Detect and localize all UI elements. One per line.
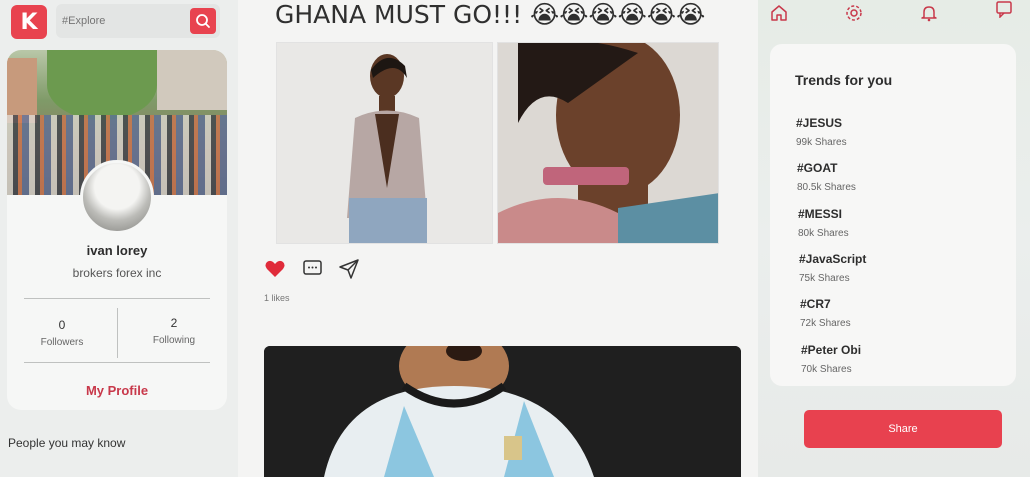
trend-shares: 72k Shares — [800, 318, 851, 329]
trend-tag: #GOAT — [797, 161, 838, 175]
gear-icon[interactable] — [845, 4, 863, 22]
profile-card: ivan lorey brokers forex inc 0 Followers… — [7, 50, 227, 410]
trend-item[interactable]: #Peter Obi 70k Shares — [801, 343, 861, 375]
following-count[interactable]: 2 — [134, 316, 214, 330]
feed: GHANA MUST GO!!! 😭😭😭😭😭😭 1 likes — [238, 0, 758, 477]
profile-company: brokers forex inc — [72, 266, 162, 280]
divider — [24, 362, 210, 363]
trend-shares: 80k Shares — [798, 228, 849, 239]
message-icon[interactable] — [995, 0, 1013, 18]
trend-tag: #JESUS — [796, 116, 843, 130]
trend-item[interactable]: #JavaScript 75k Shares — [799, 252, 866, 284]
search-icon — [196, 14, 210, 28]
send-icon[interactable] — [338, 258, 360, 280]
followers-count[interactable]: 0 — [22, 318, 102, 332]
post-image[interactable] — [276, 42, 493, 244]
likes-count: 1 likes — [264, 293, 290, 303]
trend-tag: #JavaScript — [799, 252, 867, 266]
followers-label: Followers — [40, 337, 84, 348]
avatar[interactable] — [80, 160, 154, 234]
right-sidebar: Trends for you #JESUS 99k Shares #GOAT 8… — [758, 0, 1030, 477]
my-profile-link[interactable]: My Profile — [7, 383, 227, 398]
divider — [117, 308, 118, 358]
trend-item[interactable]: #CR7 72k Shares — [800, 297, 851, 329]
search-input[interactable] — [62, 12, 182, 30]
share-button[interactable]: Share — [804, 410, 1002, 448]
trend-tag: #MESSI — [798, 207, 843, 221]
trend-item[interactable]: #JESUS 99k Shares — [796, 116, 847, 148]
app-logo[interactable]: K — [11, 5, 47, 39]
home-icon[interactable] — [770, 4, 788, 22]
trend-shares: 75k Shares — [799, 273, 850, 284]
comment-icon[interactable] — [302, 258, 324, 280]
trend-tag: #CR7 — [800, 297, 831, 311]
following-label: Following — [152, 335, 196, 346]
bell-icon[interactable] — [920, 4, 938, 22]
trend-tag: #Peter Obi — [801, 343, 862, 357]
post-image-figure — [347, 54, 427, 243]
trends-card: Trends for you #JESUS 99k Shares #GOAT 8… — [770, 44, 1016, 386]
search-button[interactable] — [190, 8, 216, 34]
trend-item[interactable]: #GOAT 80.5k Shares — [797, 161, 856, 193]
post-image-figure — [264, 346, 741, 477]
post-image-figure — [498, 43, 718, 243]
trend-item[interactable]: #MESSI 80k Shares — [798, 207, 849, 239]
trend-shares: 99k Shares — [796, 137, 847, 148]
post-image[interactable] — [497, 42, 719, 244]
profile-name: ivan lorey — [86, 243, 148, 258]
post-title: GHANA MUST GO!!! 😭😭😭😭😭😭 — [275, 0, 706, 29]
left-sidebar: K ivan lorey brokers forex inc 0 Followe… — [0, 0, 238, 477]
trend-shares: 70k Shares — [801, 364, 852, 375]
trends-title: Trends for you — [795, 72, 893, 88]
post-image[interactable] — [264, 346, 741, 477]
divider — [24, 298, 210, 299]
people-you-may-know-heading: People you may know — [8, 436, 126, 450]
trend-shares: 80.5k Shares — [797, 182, 856, 193]
search-bar — [56, 4, 220, 38]
like-heart-icon[interactable] — [264, 258, 286, 280]
